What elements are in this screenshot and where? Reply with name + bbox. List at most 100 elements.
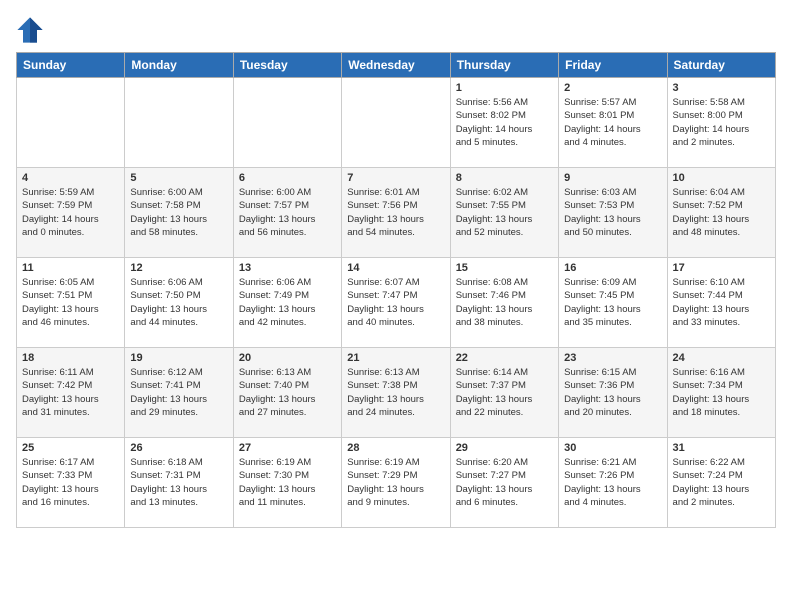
calendar-cell: 28 Sunrise: 6:19 AM Sunset: 7:29 PM Dayli… xyxy=(342,438,450,528)
cell-info: Sunrise: 6:08 AM Sunset: 7:46 PM Dayligh… xyxy=(456,276,553,329)
day-number: 31 xyxy=(673,442,770,454)
calendar-cell: 20Sunrise: 6:13 AM Sunset: 7:40 PM Dayli… xyxy=(233,348,341,438)
calendar-cell: 2 Sunrise: 5:57 AM Sunset: 8:01 PM Daylig… xyxy=(559,78,667,168)
days-header-row: SundayMondayTuesdayWednesdayThursdayFrid… xyxy=(17,53,776,78)
day-number: 1 xyxy=(456,82,553,94)
cell-info: Sunrise: 6:12 AM Sunset: 7:41 PM Dayligh… xyxy=(130,366,227,419)
calendar-cell: 4 Sunrise: 5:59 AM Sunset: 7:59 PM Daylig… xyxy=(17,168,125,258)
day-number: 15 xyxy=(456,262,553,274)
day-number: 5 xyxy=(130,172,227,184)
calendar-cell: 13 Sunrise: 6:06 AM Sunset: 7:49 PM Dayli… xyxy=(233,258,341,348)
calendar-cell: 11 Sunrise: 6:05 AM Sunset: 7:51 PM Dayli… xyxy=(17,258,125,348)
calendar-cell: 22 Sunrise: 6:14 AM Sunset: 7:37 PM Dayli… xyxy=(450,348,558,438)
day-number: 27 xyxy=(239,442,336,454)
calendar-cell: 15 Sunrise: 6:08 AM Sunset: 7:46 PM Dayli… xyxy=(450,258,558,348)
day-number: 28 xyxy=(347,442,444,454)
day-number: 22 xyxy=(456,352,553,364)
day-number: 8 xyxy=(456,172,553,184)
day-header-thursday: Thursday xyxy=(450,53,558,78)
calendar-cell: 30Sunrise: 6:21 AM Sunset: 7:26 PM Dayli… xyxy=(559,438,667,528)
week-row-3: 11 Sunrise: 6:05 AM Sunset: 7:51 PM Dayli… xyxy=(17,258,776,348)
calendar-cell: 7Sunrise: 6:01 AM Sunset: 7:56 PM Daylig… xyxy=(342,168,450,258)
cell-info: Sunrise: 6:02 AM Sunset: 7:55 PM Dayligh… xyxy=(456,186,553,239)
calendar-cell: 12 Sunrise: 6:06 AM Sunset: 7:50 PM Dayli… xyxy=(125,258,233,348)
day-number: 30 xyxy=(564,442,661,454)
cell-info: Sunrise: 6:18 AM Sunset: 7:31 PM Dayligh… xyxy=(130,456,227,509)
cell-info: Sunrise: 6:00 AM Sunset: 7:58 PM Dayligh… xyxy=(130,186,227,239)
logo xyxy=(16,16,48,44)
cell-info: Sunrise: 6:06 AM Sunset: 7:49 PM Dayligh… xyxy=(239,276,336,329)
day-number: 14 xyxy=(347,262,444,274)
cell-info: Sunrise: 6:19 AM Sunset: 7:29 PM Dayligh… xyxy=(347,456,444,509)
cell-info: Sunrise: 6:06 AM Sunset: 7:50 PM Dayligh… xyxy=(130,276,227,329)
calendar-cell: 14 Sunrise: 6:07 AM Sunset: 7:47 PM Dayli… xyxy=(342,258,450,348)
day-number: 26 xyxy=(130,442,227,454)
cell-info: Sunrise: 6:00 AM Sunset: 7:57 PM Dayligh… xyxy=(239,186,336,239)
cell-info: Sunrise: 5:58 AM Sunset: 8:00 PM Dayligh… xyxy=(673,96,770,149)
cell-info: Sunrise: 6:17 AM Sunset: 7:33 PM Dayligh… xyxy=(22,456,119,509)
week-row-5: 25 Sunrise: 6:17 AM Sunset: 7:33 PM Dayli… xyxy=(17,438,776,528)
day-number: 17 xyxy=(673,262,770,274)
day-number: 10 xyxy=(673,172,770,184)
day-number: 13 xyxy=(239,262,336,274)
calendar-cell: 24 Sunrise: 6:16 AM Sunset: 7:34 PM Dayli… xyxy=(667,348,775,438)
cell-info: Sunrise: 6:20 AM Sunset: 7:27 PM Dayligh… xyxy=(456,456,553,509)
week-row-2: 4 Sunrise: 5:59 AM Sunset: 7:59 PM Daylig… xyxy=(17,168,776,258)
day-number: 18 xyxy=(22,352,119,364)
cell-info: Sunrise: 6:13 AM Sunset: 7:40 PM Dayligh… xyxy=(239,366,336,419)
calendar-cell xyxy=(233,78,341,168)
cell-info: Sunrise: 6:03 AM Sunset: 7:53 PM Dayligh… xyxy=(564,186,661,239)
calendar-cell: 18 Sunrise: 6:11 AM Sunset: 7:42 PM Dayli… xyxy=(17,348,125,438)
cell-info: Sunrise: 5:59 AM Sunset: 7:59 PM Dayligh… xyxy=(22,186,119,239)
cell-info: Sunrise: 6:19 AM Sunset: 7:30 PM Dayligh… xyxy=(239,456,336,509)
week-row-4: 18 Sunrise: 6:11 AM Sunset: 7:42 PM Dayli… xyxy=(17,348,776,438)
day-number: 29 xyxy=(456,442,553,454)
cell-info: Sunrise: 5:56 AM Sunset: 8:02 PM Dayligh… xyxy=(456,96,553,149)
calendar-cell: 16 Sunrise: 6:09 AM Sunset: 7:45 PM Dayli… xyxy=(559,258,667,348)
calendar-cell: 19 Sunrise: 6:12 AM Sunset: 7:41 PM Dayli… xyxy=(125,348,233,438)
day-number: 23 xyxy=(564,352,661,364)
calendar-cell: 8 Sunrise: 6:02 AM Sunset: 7:55 PM Daylig… xyxy=(450,168,558,258)
day-number: 24 xyxy=(673,352,770,364)
calendar-cell: 17 Sunrise: 6:10 AM Sunset: 7:44 PM Dayli… xyxy=(667,258,775,348)
calendar-cell: 27 Sunrise: 6:19 AM Sunset: 7:30 PM Dayli… xyxy=(233,438,341,528)
cell-info: Sunrise: 6:15 AM Sunset: 7:36 PM Dayligh… xyxy=(564,366,661,419)
day-number: 21 xyxy=(347,352,444,364)
cell-info: Sunrise: 6:11 AM Sunset: 7:42 PM Dayligh… xyxy=(22,366,119,419)
calendar-cell: 26 Sunrise: 6:18 AM Sunset: 7:31 PM Dayli… xyxy=(125,438,233,528)
calendar-cell: 6 Sunrise: 6:00 AM Sunset: 7:57 PM Daylig… xyxy=(233,168,341,258)
calendar-cell: 29 Sunrise: 6:20 AM Sunset: 7:27 PM Dayli… xyxy=(450,438,558,528)
day-number: 9 xyxy=(564,172,661,184)
day-number: 16 xyxy=(564,262,661,274)
logo-icon xyxy=(16,16,44,44)
cell-info: Sunrise: 6:14 AM Sunset: 7:37 PM Dayligh… xyxy=(456,366,553,419)
day-number: 6 xyxy=(239,172,336,184)
cell-info: Sunrise: 6:04 AM Sunset: 7:52 PM Dayligh… xyxy=(673,186,770,239)
day-header-friday: Friday xyxy=(559,53,667,78)
calendar-cell: 5 Sunrise: 6:00 AM Sunset: 7:58 PM Daylig… xyxy=(125,168,233,258)
calendar-table: SundayMondayTuesdayWednesdayThursdayFrid… xyxy=(16,52,776,528)
day-number: 3 xyxy=(673,82,770,94)
calendar-cell xyxy=(125,78,233,168)
day-number: 25 xyxy=(22,442,119,454)
day-header-tuesday: Tuesday xyxy=(233,53,341,78)
calendar-cell: 10 Sunrise: 6:04 AM Sunset: 7:52 PM Dayli… xyxy=(667,168,775,258)
calendar-cell: 21Sunrise: 6:13 AM Sunset: 7:38 PM Dayli… xyxy=(342,348,450,438)
day-number: 19 xyxy=(130,352,227,364)
cell-info: Sunrise: 6:16 AM Sunset: 7:34 PM Dayligh… xyxy=(673,366,770,419)
day-number: 12 xyxy=(130,262,227,274)
calendar-cell xyxy=(342,78,450,168)
cell-info: Sunrise: 6:09 AM Sunset: 7:45 PM Dayligh… xyxy=(564,276,661,329)
cell-info: Sunrise: 6:07 AM Sunset: 7:47 PM Dayligh… xyxy=(347,276,444,329)
day-header-wednesday: Wednesday xyxy=(342,53,450,78)
cell-info: Sunrise: 5:57 AM Sunset: 8:01 PM Dayligh… xyxy=(564,96,661,149)
day-number: 4 xyxy=(22,172,119,184)
day-number: 11 xyxy=(22,262,119,274)
calendar-cell: 3 Sunrise: 5:58 AM Sunset: 8:00 PM Daylig… xyxy=(667,78,775,168)
day-header-sunday: Sunday xyxy=(17,53,125,78)
cell-info: Sunrise: 6:01 AM Sunset: 7:56 PM Dayligh… xyxy=(347,186,444,239)
day-number: 2 xyxy=(564,82,661,94)
page-header xyxy=(16,16,776,44)
cell-info: Sunrise: 6:05 AM Sunset: 7:51 PM Dayligh… xyxy=(22,276,119,329)
cell-info: Sunrise: 6:10 AM Sunset: 7:44 PM Dayligh… xyxy=(673,276,770,329)
